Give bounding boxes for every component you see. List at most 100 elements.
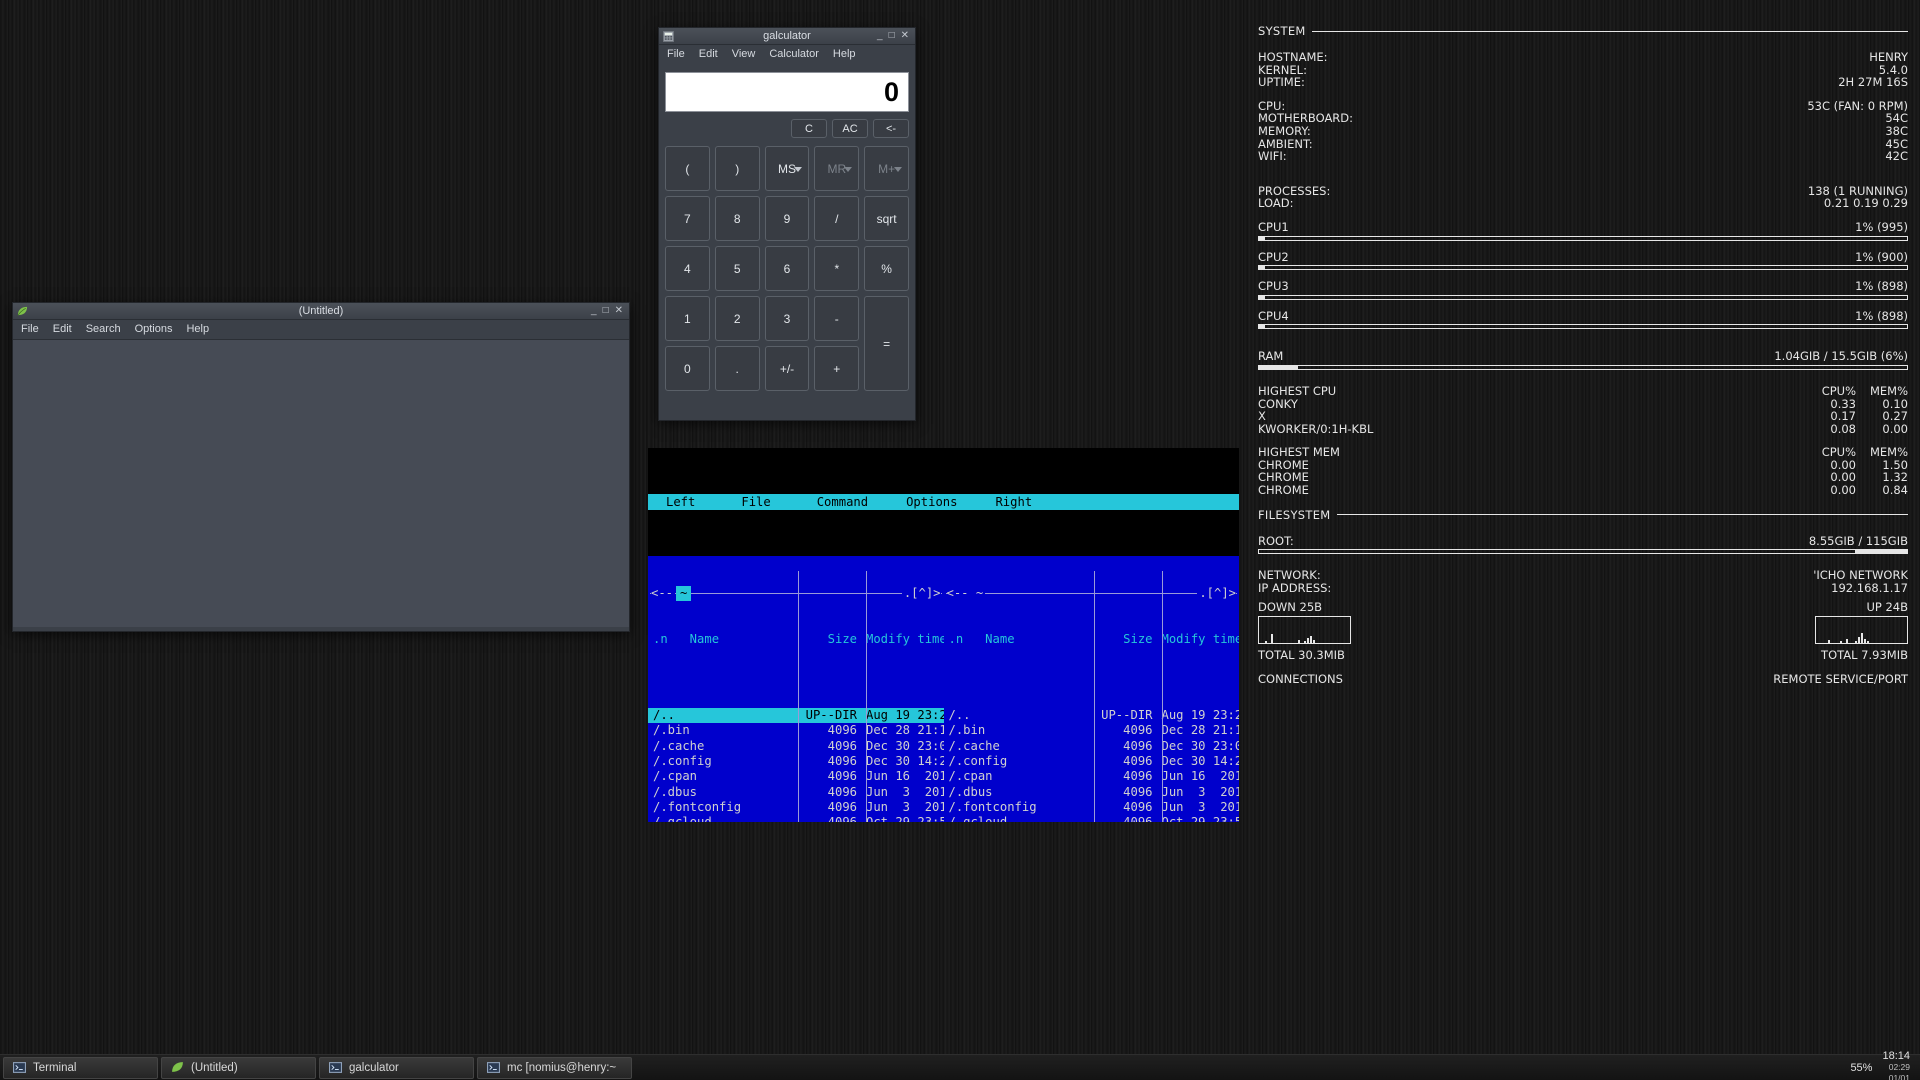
- mc-left-panel[interactable]: <-- ~ .[^]> .n Name Size Modify time /..…: [648, 555, 954, 822]
- close-icon[interactable]: ✕: [615, 306, 623, 316]
- mc-file-row[interactable]: /.cache 4096 Dec 30 23:05: [648, 739, 954, 754]
- mc-file-row[interactable]: /.cache 4096 Dec 30 23:05: [944, 739, 1240, 754]
- mc-menubar[interactable]: Left File Command Options Right: [648, 493, 1239, 510]
- taskbar-task[interactable]: Terminal: [3, 1056, 158, 1079]
- leafpad-menubar[interactable]: File Edit Search Options Help: [13, 320, 629, 339]
- mc-file-row[interactable]: /.. UP--DIR Aug 19 23:22: [944, 708, 1240, 723]
- key-equals[interactable]: =: [864, 296, 909, 391]
- key-minus[interactable]: -: [814, 296, 860, 341]
- leafpad-window-buttons[interactable]: _ □ ✕: [591, 306, 625, 316]
- key-memory-store[interactable]: MS: [764, 146, 810, 191]
- mc-file-row[interactable]: /.dbus 4096 Jun 3 2019: [648, 785, 954, 800]
- mc-file-row[interactable]: /.fontconfig 4096 Jun 3 2019: [648, 800, 954, 815]
- calculator-top-buttons[interactable]: C AC <-: [665, 119, 909, 138]
- mc-file-row[interactable]: /.gcloud4096Oct 29 23:58: [648, 815, 954, 822]
- key-sign[interactable]: +/-: [764, 346, 810, 391]
- key-percent[interactable]: %: [864, 246, 909, 291]
- mc-file-row[interactable]: /.dbus 4096 Jun 3 2019: [944, 785, 1240, 800]
- mc-right-file-list[interactable]: /.. UP--DIR Aug 19 23:22 /.bin 4096 Dec 28 21…: [944, 708, 1240, 822]
- menu-file[interactable]: File: [667, 48, 685, 60]
- mc-menu-left[interactable]: Left: [648, 494, 703, 510]
- taskbar-task[interactable]: (Untitled): [161, 1056, 316, 1079]
- key-2[interactable]: 2: [714, 296, 760, 341]
- menu-help[interactable]: Help: [186, 323, 209, 335]
- mc-file-size: 4096: [793, 815, 861, 822]
- mc-col-size[interactable]: Size: [1089, 632, 1157, 647]
- mc-col-time[interactable]: Modify time: [861, 632, 947, 647]
- leafpad-text-area[interactable]: [13, 339, 629, 627]
- taskbar-clock-area[interactable]: 55% 18:14 02:29 01/01: [1850, 1051, 1920, 1080]
- key-3[interactable]: 3: [764, 296, 810, 341]
- key-7[interactable]: 7: [665, 196, 710, 241]
- key-9[interactable]: 9: [764, 196, 810, 241]
- conky-process-row: CHROME 0.00 0.84: [1258, 484, 1908, 497]
- conky-info-row: AMBIENT: 45C: [1258, 137, 1908, 151]
- mc-menu-command[interactable]: Command: [779, 494, 876, 510]
- mc-file-row[interactable]: /.cpan 4096 Jun 16 2019: [944, 769, 1240, 784]
- key-sqrt[interactable]: sqrt: [864, 196, 909, 241]
- key-plus[interactable]: +: [814, 346, 860, 391]
- key-divide[interactable]: /: [814, 196, 860, 241]
- mc-file-row[interactable]: /.config 4096 Dec 30 14:26: [648, 754, 954, 769]
- mc-col-time[interactable]: Modify time: [1157, 632, 1240, 647]
- mc-right-panel[interactable]: <-- ~ .[^]> .n Name Size Modify time /..…: [943, 555, 1240, 822]
- mc-file-row[interactable]: /.. UP--DIR Aug 19 23:22: [648, 708, 954, 724]
- mc-left-file-list[interactable]: /.. UP--DIR Aug 19 23:22 /.bin 4096 Dec 28 21…: [648, 708, 954, 822]
- mc-file-row[interactable]: /.fontconfig 4096 Jun 3 2019: [944, 800, 1240, 815]
- mc-menu-options[interactable]: Options: [876, 494, 965, 510]
- taskbar-task-list[interactable]: Terminal (Untitled) galculator mc [nomius@h…: [0, 1056, 632, 1079]
- mc-file-row[interactable]: /.gcloud4096Oct 29 23:58: [944, 815, 1240, 822]
- menu-help[interactable]: Help: [833, 48, 856, 60]
- menu-calculator[interactable]: Calculator: [769, 48, 819, 60]
- maximize-icon[interactable]: □: [889, 31, 895, 41]
- close-icon[interactable]: ✕: [901, 31, 909, 41]
- key-6[interactable]: 6: [764, 246, 810, 291]
- galculator-titlebar[interactable]: galculator _ □ ✕: [659, 28, 915, 45]
- minimize-icon[interactable]: _: [877, 31, 883, 41]
- mc-file-row[interactable]: /.cpan 4096 Jun 16 2019: [648, 769, 954, 784]
- key-multiply[interactable]: *: [814, 246, 860, 291]
- battery-indicator[interactable]: 55%: [1850, 1062, 1872, 1074]
- galculator-window-buttons[interactable]: _ □ ✕: [877, 31, 911, 41]
- key-1[interactable]: 1: [665, 296, 710, 341]
- key-close-paren[interactable]: ): [714, 146, 760, 191]
- key-5[interactable]: 5: [714, 246, 760, 291]
- menu-options[interactable]: Options: [135, 323, 173, 335]
- all-clear-button[interactable]: AC: [832, 119, 868, 138]
- key-decimal[interactable]: .: [714, 346, 760, 391]
- mc-menu-file[interactable]: File: [703, 494, 778, 510]
- key-8[interactable]: 8: [714, 196, 760, 241]
- mc-left-hat-mark[interactable]: .[^]>: [901, 586, 941, 602]
- key-4[interactable]: 4: [665, 246, 710, 291]
- mc-menu-right[interactable]: Right: [965, 494, 1040, 510]
- galculator-menubar[interactable]: File Edit View Calculator Help: [659, 45, 915, 64]
- mc-right-hat-mark[interactable]: .[^]>: [1197, 586, 1236, 602]
- clock[interactable]: 18:14 02:29 01/01: [1882, 1051, 1910, 1080]
- minimize-icon[interactable]: _: [591, 306, 597, 316]
- taskbar-task[interactable]: galculator: [319, 1056, 474, 1079]
- key-memory-recall[interactable]: MR: [814, 146, 860, 191]
- menu-search[interactable]: Search: [86, 323, 121, 335]
- leafpad-titlebar[interactable]: (Untitled) _ □ ✕: [13, 303, 629, 320]
- menu-edit[interactable]: Edit: [699, 48, 718, 60]
- mc-col-size[interactable]: Size: [793, 632, 861, 647]
- maximize-icon[interactable]: □: [603, 306, 609, 316]
- taskbar[interactable]: Terminal (Untitled) galculator mc [nomius@h…: [0, 1051, 1920, 1080]
- calculator-keypad[interactable]: ( ) MS MR M+ 7 8 9 / sqrt 4 5 6 * % 1 2 …: [665, 146, 909, 391]
- backspace-button[interactable]: <-: [873, 119, 909, 138]
- conky-bandwidth-labels: DOWN 25B UP 24B: [1258, 600, 1908, 614]
- key-0[interactable]: 0: [665, 346, 710, 391]
- midnight-commander-terminal[interactable]: Left File Command Options Right <-- ~ .[…: [648, 448, 1239, 822]
- taskbar-task[interactable]: mc [nomius@henry:~: [477, 1056, 632, 1079]
- mc-file-row[interactable]: /.config 4096 Dec 30 14:26: [944, 754, 1240, 769]
- menu-file[interactable]: File: [21, 323, 39, 335]
- leafpad-window[interactable]: (Untitled) _ □ ✕ File Edit Search Option…: [12, 302, 630, 632]
- mc-file-row[interactable]: /.bin 4096 Dec 28 21:19: [944, 723, 1240, 738]
- galculator-window[interactable]: galculator _ □ ✕ File Edit View Calculat…: [658, 27, 916, 421]
- menu-view[interactable]: View: [732, 48, 756, 60]
- mc-file-row[interactable]: /.bin 4096 Dec 28 21:19: [648, 723, 954, 738]
- menu-edit[interactable]: Edit: [53, 323, 72, 335]
- key-open-paren[interactable]: (: [665, 146, 710, 191]
- clear-button[interactable]: C: [791, 119, 827, 138]
- key-memory-plus[interactable]: M+: [864, 146, 909, 191]
